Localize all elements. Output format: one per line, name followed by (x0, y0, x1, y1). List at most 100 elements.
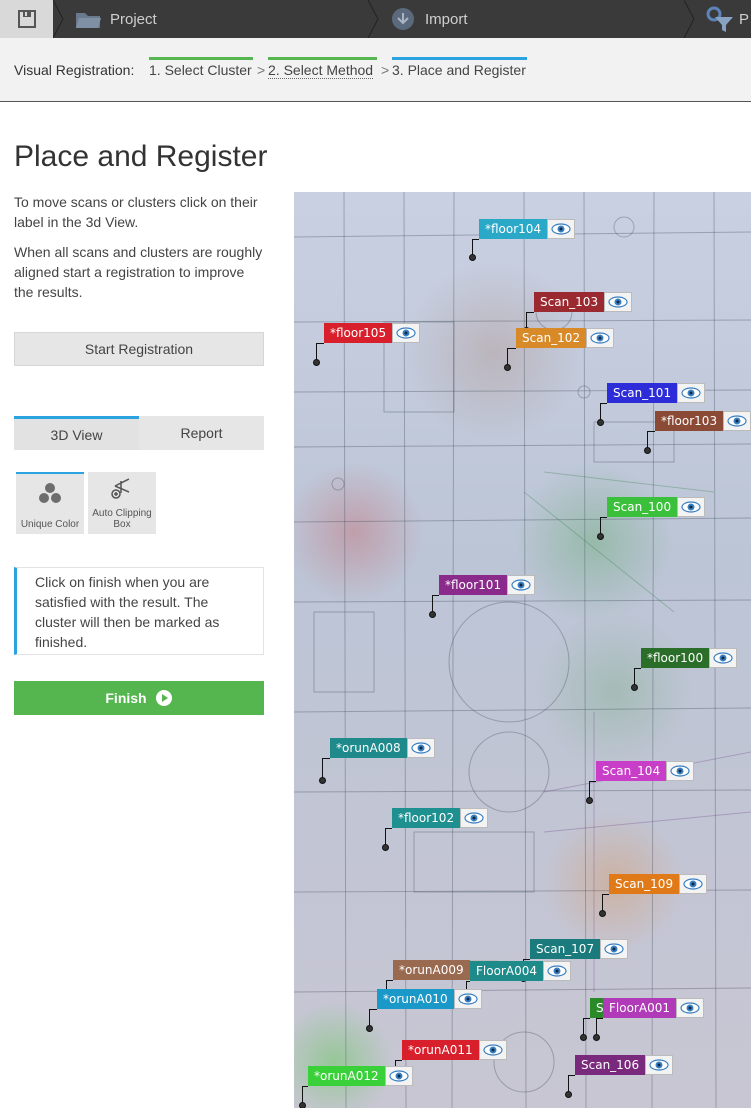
scan-label-text: *orunA011 (402, 1040, 479, 1060)
visibility-eye-icon[interactable] (547, 219, 576, 239)
scan-label[interactable]: Scan_106 (575, 1055, 674, 1075)
breadcrumb-select-cluster[interactable]: 1. Select Cluster (149, 62, 252, 78)
instruction-text: To move scans or clusters click on their… (14, 194, 258, 230)
label-leader-line (568, 1075, 575, 1076)
visibility-eye-icon[interactable] (507, 575, 536, 595)
scan-label[interactable]: *floor105 (324, 323, 421, 343)
breadcrumb-separator: > (257, 62, 266, 78)
scan-label-text: Scan_106 (575, 1055, 646, 1075)
visibility-eye-icon[interactable] (453, 989, 482, 1009)
scan-anchor-point (319, 777, 326, 784)
auto-clipping-box-button[interactable]: Auto Clipping Box (88, 472, 156, 534)
scan-label[interactable]: *orunA008 (330, 738, 435, 758)
scan-label-text: *floor102 (392, 808, 461, 828)
step-divider (53, 0, 64, 38)
visibility-eye-icon[interactable] (677, 497, 706, 517)
scan-label[interactable]: FloorA004 (470, 961, 571, 981)
scan-label[interactable]: Scan_101 (607, 383, 706, 403)
visibility-eye-icon[interactable] (542, 961, 571, 981)
visibility-eye-icon[interactable] (384, 1066, 413, 1086)
finish-button[interactable]: Finish (14, 681, 264, 715)
visibility-eye-icon[interactable] (675, 998, 704, 1018)
label-leader-line (322, 758, 330, 759)
scan-label[interactable]: *orunA012 (308, 1066, 413, 1086)
instruction-text-2: When all scans and clusters are roughly … (14, 244, 263, 300)
visibility-eye-icon[interactable] (679, 874, 708, 894)
visibility-eye-icon[interactable] (392, 323, 421, 343)
unique-color-button[interactable]: Unique Color (16, 472, 84, 534)
step-next[interactable]: P (705, 0, 749, 38)
visibility-eye-icon[interactable] (723, 411, 751, 431)
scan-anchor-point (580, 1034, 587, 1041)
start-registration-button[interactable]: Start Registration (14, 332, 264, 366)
visibility-eye-icon[interactable] (604, 292, 633, 312)
visibility-eye-icon[interactable] (586, 328, 615, 348)
auto-clipping-box-label: Auto Clipping Box (92, 508, 152, 530)
visibility-eye-icon[interactable] (677, 383, 706, 403)
scan-label-text: *floor100 (641, 648, 710, 668)
step-complete-bar (149, 57, 253, 60)
visibility-eye-icon[interactable] (709, 648, 738, 668)
breadcrumb-place-register: 3. Place and Register (392, 62, 526, 78)
scan-label[interactable]: *orunA010 (377, 989, 482, 1009)
label-leader-line (583, 1018, 590, 1019)
visibility-eye-icon[interactable] (645, 1055, 674, 1075)
label-leader-line (432, 595, 439, 596)
visibility-eye-icon[interactable] (478, 1040, 507, 1060)
step-next-label: P (739, 10, 750, 28)
breadcrumb-select-method[interactable]: 2. Select Method (268, 62, 374, 79)
label-leader-line (602, 894, 609, 895)
label-leader-line (385, 828, 392, 829)
step-import[interactable]: Import (390, 0, 468, 38)
scan-anchor-point (429, 611, 436, 618)
scan-anchor-point (299, 1102, 306, 1108)
scan-label[interactable]: Scan_104 (596, 761, 695, 781)
visibility-eye-icon[interactable] (460, 808, 489, 828)
scan-label-text: Scan_109 (609, 874, 680, 894)
scan-anchor-point (504, 364, 511, 371)
scan-label[interactable]: *floor103 (655, 411, 751, 431)
scan-label[interactable]: *floor101 (439, 575, 536, 595)
scan-label[interactable]: Scan_103 (534, 292, 633, 312)
scan-label[interactable]: *floor102 (392, 808, 489, 828)
label-leader-line (507, 348, 516, 349)
visibility-eye-icon[interactable] (406, 738, 435, 758)
visibility-eye-icon[interactable] (666, 761, 695, 781)
save-button[interactable] (0, 0, 53, 38)
label-leader-line (386, 980, 393, 981)
scan-label-text: *floor104 (479, 219, 548, 239)
import-icon (392, 8, 414, 30)
scan-label[interactable]: Scan_102 (516, 328, 615, 348)
scan-label[interactable]: *floor100 (641, 648, 738, 668)
unique-color-label: Unique Color (20, 519, 80, 530)
label-leader-line (369, 1009, 377, 1010)
label-leader-line (647, 431, 655, 432)
scan-anchor-point (366, 1025, 373, 1032)
scan-anchor-point (644, 447, 651, 454)
scan-label[interactable]: *floor104 (479, 219, 576, 239)
page-title: Place and Register (14, 140, 268, 173)
label-leader-line (472, 239, 479, 240)
scan-label[interactable]: Scan_107 (530, 939, 629, 959)
step-project[interactable]: Project (74, 0, 157, 38)
tab-3d-view[interactable]: 3D View (14, 416, 139, 450)
label-leader-line (523, 959, 530, 960)
scan-label[interactable]: FloorA001 (603, 998, 704, 1018)
scan-label-text: *floor103 (655, 411, 724, 431)
scan-label[interactable]: *orunA011 (402, 1040, 507, 1060)
scan-anchor-point (599, 910, 606, 917)
finish-button-label: Finish (105, 690, 147, 706)
scan-anchor-point (631, 684, 638, 691)
label-leader-line (395, 1060, 402, 1061)
visibility-eye-icon[interactable] (600, 939, 629, 959)
view-tabs: 3D View Report (14, 416, 264, 450)
label-leader-line (316, 343, 324, 344)
scan-label[interactable]: Scan_100 (607, 497, 706, 517)
filter-icon (706, 6, 733, 32)
scan-anchor-point (593, 1034, 600, 1041)
scan-label-text: Scan_101 (607, 383, 678, 403)
tab-report[interactable]: Report (139, 416, 264, 450)
scan-label[interactable]: Scan_109 (609, 874, 708, 894)
scan-label-text: *floor105 (324, 323, 393, 343)
3d-view[interactable]: *floor104 Scan_103 *floor105 Scan_102 Scan_1… (294, 192, 751, 1108)
